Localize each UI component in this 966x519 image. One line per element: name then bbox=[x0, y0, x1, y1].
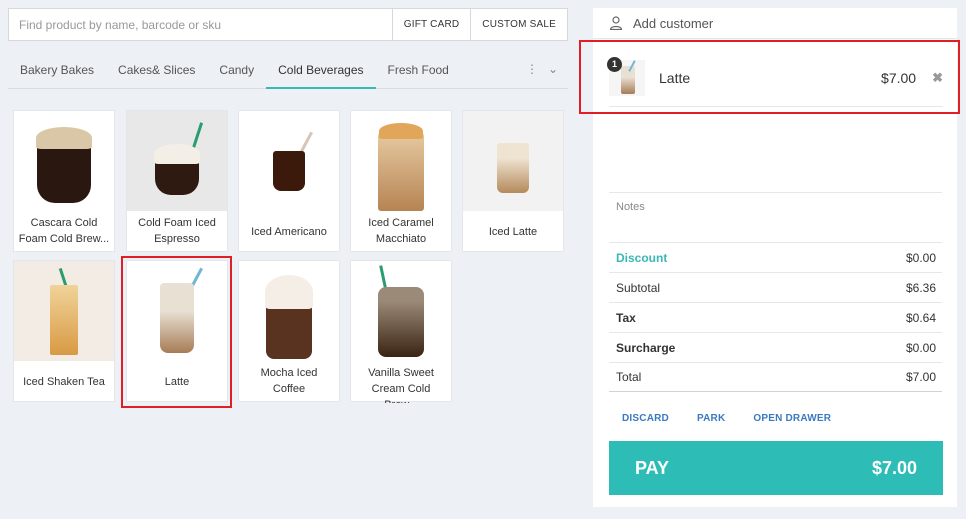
product-image bbox=[14, 111, 114, 211]
remove-item-icon[interactable]: ✖ bbox=[932, 70, 943, 86]
search-input[interactable] bbox=[9, 9, 392, 40]
surcharge-row: Surcharge $0.00 bbox=[609, 332, 942, 362]
total-row: Total $7.00 bbox=[609, 362, 942, 392]
total-label: Total bbox=[616, 370, 642, 384]
cart-item-quantity: 1 bbox=[607, 57, 622, 72]
vertical-ellipsis-icon[interactable]: ⋮ bbox=[526, 62, 538, 76]
product-card-iced-latte[interactable]: Iced Latte bbox=[462, 110, 564, 252]
chevron-down-icon[interactable]: ⌄ bbox=[548, 62, 558, 76]
tab-fresh-food[interactable]: Fresh Food bbox=[376, 57, 461, 89]
product-card-vanilla-sweet-cream-cold-brew[interactable]: Vanilla Sweet Cream Cold Brew... bbox=[350, 260, 452, 403]
pay-button[interactable]: PAY $7.00 bbox=[609, 441, 943, 495]
product-card-latte[interactable]: Latte bbox=[126, 260, 228, 402]
pay-label: PAY bbox=[635, 457, 670, 478]
cart-item-name: Latte bbox=[659, 70, 691, 86]
product-name: Vanilla Sweet Cream Cold Brew... bbox=[368, 367, 434, 403]
product-name: Iced Shaken Tea bbox=[23, 376, 105, 388]
discount-button[interactable]: Discount bbox=[616, 251, 667, 265]
product-name: Cold Foam Iced Espresso bbox=[138, 217, 216, 245]
discount-value: $0.00 bbox=[905, 250, 936, 265]
product-card-iced-shaken-tea[interactable]: Iced Shaken Tea bbox=[13, 260, 115, 402]
product-name: Iced Americano bbox=[251, 226, 327, 238]
pay-amount: $7.00 bbox=[871, 457, 917, 478]
product-image bbox=[463, 111, 563, 211]
product-card-mocha-iced-coffee[interactable]: Mocha Iced Coffee bbox=[238, 260, 340, 402]
category-tabs: Bakery Bakes Cakes& Slices Candy Cold Be… bbox=[8, 57, 568, 89]
tab-more[interactable]: ⋮ ⌄ bbox=[526, 62, 558, 76]
cart-item-price: $7.00 bbox=[881, 70, 917, 86]
product-image bbox=[127, 111, 227, 211]
tab-cold-beverages[interactable]: Cold Beverages bbox=[266, 57, 376, 89]
product-image bbox=[239, 261, 339, 361]
totals-table: Discount $0.00 Subtotal $6.36 Tax $0.64 … bbox=[609, 242, 942, 392]
park-button[interactable]: PARK bbox=[697, 413, 725, 424]
product-card-iced-caramel-macchiato[interactable]: Iced Caramel Macchiato bbox=[350, 110, 452, 252]
product-name: Cascara Cold Foam Cold Brew... bbox=[18, 217, 110, 245]
cart-panel: Add customer 1 Latte $7.00 ✖ Notes Disco… bbox=[593, 8, 957, 507]
surcharge-label: Surcharge bbox=[616, 340, 676, 355]
product-image bbox=[351, 111, 451, 211]
product-card-cold-foam-iced-espresso[interactable]: Cold Foam Iced Espresso bbox=[126, 110, 228, 252]
product-name: Latte bbox=[164, 376, 190, 388]
product-card-iced-americano[interactable]: Iced Americano bbox=[238, 110, 340, 252]
total-value: $7.00 bbox=[905, 370, 936, 384]
product-card-cascara-cold-foam-cold-brew[interactable]: Cascara Cold Foam Cold Brew... bbox=[13, 110, 115, 252]
cart-actions: DISCARD PARK OPEN DRAWER bbox=[622, 413, 831, 424]
tax-label: Tax bbox=[616, 310, 636, 325]
cart-item-thumbnail: 1 bbox=[607, 57, 645, 96]
tab-candy[interactable]: Candy bbox=[207, 57, 266, 89]
surcharge-value: $0.00 bbox=[905, 340, 936, 355]
search-bar: GIFT CARD CUSTOM SALE bbox=[8, 8, 568, 41]
custom-sale-button[interactable]: CUSTOM SALE bbox=[470, 9, 567, 40]
discount-row: Discount $0.00 bbox=[609, 242, 942, 272]
cart-line-item[interactable]: 1 Latte $7.00 ✖ bbox=[607, 50, 943, 107]
tax-row: Tax $0.64 bbox=[609, 302, 942, 332]
subtotal-value: $6.36 bbox=[905, 280, 936, 295]
notes-field[interactable]: Notes bbox=[609, 192, 942, 242]
tab-cakes-slices[interactable]: Cakes& Slices bbox=[106, 57, 207, 89]
tab-bakery-bakes[interactable]: Bakery Bakes bbox=[8, 57, 106, 89]
product-image bbox=[351, 261, 451, 361]
subtotal-row: Subtotal $6.36 bbox=[609, 272, 942, 302]
add-customer-button[interactable]: Add customer bbox=[593, 8, 957, 39]
subtotal-label: Subtotal bbox=[616, 280, 661, 295]
product-name: Iced Latte bbox=[488, 226, 538, 238]
product-image bbox=[127, 261, 227, 361]
product-name: Mocha Iced Coffee bbox=[260, 367, 318, 395]
add-customer-label: Add customer bbox=[633, 15, 714, 31]
user-icon bbox=[609, 16, 623, 30]
product-image bbox=[239, 111, 339, 211]
product-name: Iced Caramel Macchiato bbox=[368, 217, 434, 245]
open-drawer-button[interactable]: OPEN DRAWER bbox=[753, 413, 831, 424]
product-image bbox=[14, 261, 114, 361]
discard-button[interactable]: DISCARD bbox=[622, 413, 669, 424]
gift-card-button[interactable]: GIFT CARD bbox=[391, 9, 471, 40]
tax-value: $0.64 bbox=[905, 310, 936, 325]
